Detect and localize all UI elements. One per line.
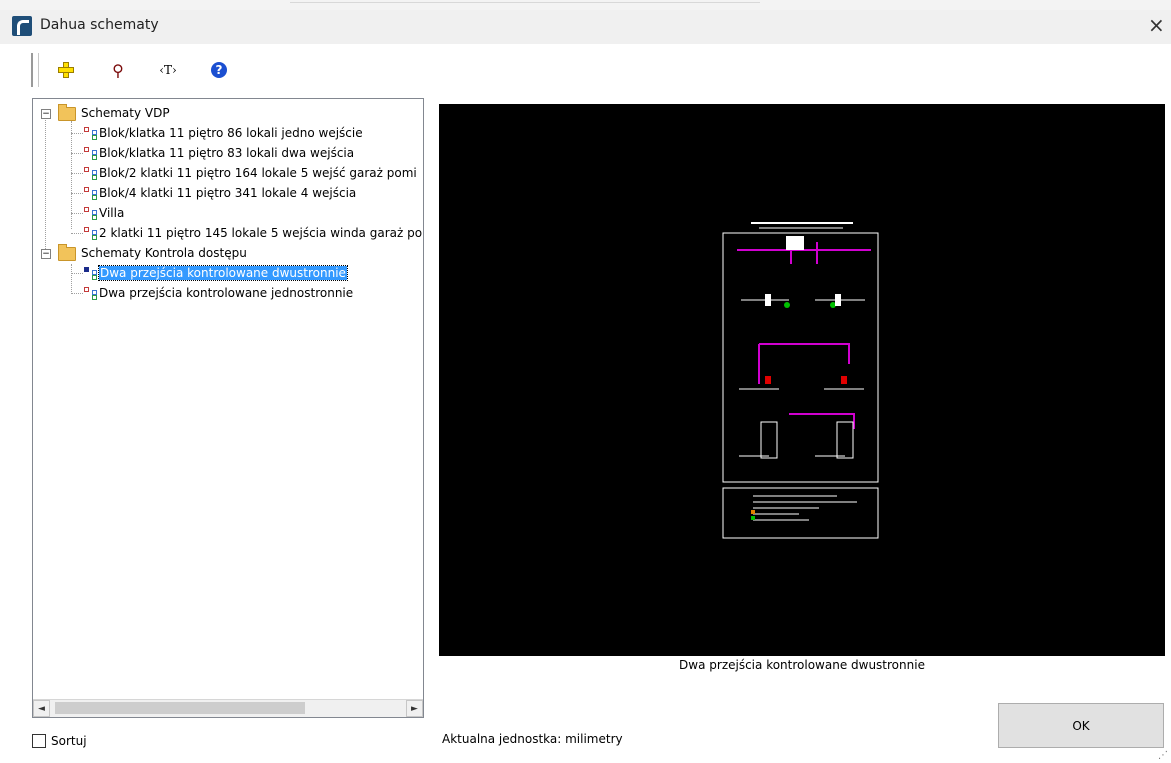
title-bar — [0, 10, 1171, 44]
schema-drawing — [722, 222, 879, 539]
add-button[interactable] — [54, 58, 78, 82]
resize-grip-icon[interactable]: ⋰ — [1158, 750, 1168, 761]
tree-item[interactable]: Dwa przejścia kontrolowane jednostronnie — [99, 284, 353, 302]
text-tool-icon: ‹T› — [159, 63, 177, 77]
ok-button[interactable]: OK — [998, 703, 1164, 748]
binoculars-icon: ⚲ — [112, 60, 124, 80]
tree-item-label: Villa — [99, 206, 125, 220]
sortuj-option[interactable]: Sortuj — [32, 733, 87, 749]
folder-icon — [58, 244, 76, 261]
scroll-thumb[interactable] — [55, 702, 305, 714]
sortuj-label: Sortuj — [51, 734, 87, 748]
tree-item-label: Dwa przejścia kontrolowane dwustronnie — [98, 265, 348, 281]
tree-item-label: 2 klatki 11 piętro 145 lokale 5 wejścia … — [99, 226, 423, 240]
tree-group-vdp[interactable]: Schematy VDP — [81, 104, 170, 122]
schema-preview — [439, 104, 1165, 656]
tree-group-access-control[interactable]: Schematy Kontrola dostępu — [81, 244, 247, 262]
sortuj-checkbox[interactable] — [32, 734, 46, 748]
tree-item-label: Blok/klatka 11 piętro 83 lokali dwa wejś… — [99, 146, 355, 160]
scroll-right-button[interactable]: ► — [406, 700, 423, 717]
schema-icon — [84, 207, 98, 220]
tree-item[interactable]: Blok/4 klatki 11 piętro 341 lokale 4 wej… — [99, 184, 356, 202]
schema-icon — [84, 267, 98, 280]
scroll-left-icon: ◄ — [38, 703, 45, 714]
collapse-toggle[interactable]: − — [41, 109, 51, 119]
background-window-strip — [0, 0, 1171, 10]
tree-item-selected[interactable]: Dwa przejścia kontrolowane dwustronnie — [98, 264, 348, 282]
horizontal-scrollbar[interactable]: ◄ ► — [33, 699, 423, 717]
help-button[interactable]: ? — [207, 58, 231, 82]
plus-icon — [58, 62, 74, 78]
help-icon: ? — [211, 62, 227, 78]
close-button[interactable]: × — [1148, 15, 1165, 35]
tree-item-label: Blok/2 klatki 11 piętro 164 lokale 5 wej… — [99, 166, 417, 180]
schema-icon — [84, 227, 98, 240]
toolbar-grip[interactable] — [31, 53, 39, 87]
unit-status: Aktualna jednostka: milimetry — [442, 732, 623, 746]
tree-group-label: Schematy Kontrola dostępu — [81, 246, 247, 260]
tree-item-label: Blok/klatka 11 piętro 86 lokali jedno we… — [99, 126, 363, 140]
tree-item[interactable]: Blok/klatka 11 piętro 83 lokali dwa wejś… — [99, 144, 354, 162]
tree-group-label: Schematy VDP — [81, 106, 170, 120]
app-icon — [12, 16, 32, 36]
window-title: Dahua schematy — [40, 17, 159, 33]
tree-item-label: Blok/4 klatki 11 piętro 341 lokale 4 wej… — [99, 186, 357, 200]
tree-item[interactable]: Villa — [99, 204, 124, 222]
tree-item-label: Dwa przejścia kontrolowane jednostronnie — [99, 286, 354, 300]
schema-icon — [84, 127, 98, 140]
text-tool-button[interactable]: ‹T› — [156, 58, 180, 82]
tree-item[interactable]: Blok/2 klatki 11 piętro 164 lokale 5 wej… — [99, 164, 417, 182]
find-button[interactable]: ⚲ — [106, 58, 130, 82]
scroll-right-icon: ► — [411, 703, 418, 714]
folder-icon — [58, 104, 76, 121]
tree-item[interactable]: Blok/klatka 11 piętro 86 lokali jedno we… — [99, 124, 363, 142]
schema-icon — [84, 287, 98, 300]
tree-item[interactable]: 2 klatki 11 piętro 145 lokale 5 wejścia … — [99, 224, 422, 242]
schema-icon — [84, 167, 98, 180]
collapse-toggle[interactable]: − — [41, 249, 51, 259]
preview-caption: Dwa przejścia kontrolowane dwustronnie — [679, 658, 925, 672]
scroll-left-button[interactable]: ◄ — [33, 700, 50, 717]
schema-tree[interactable]: − Schematy VDP Blok/klatka 11 piętro 86 … — [32, 98, 424, 718]
schema-icon — [84, 187, 98, 200]
schema-icon — [84, 147, 98, 160]
